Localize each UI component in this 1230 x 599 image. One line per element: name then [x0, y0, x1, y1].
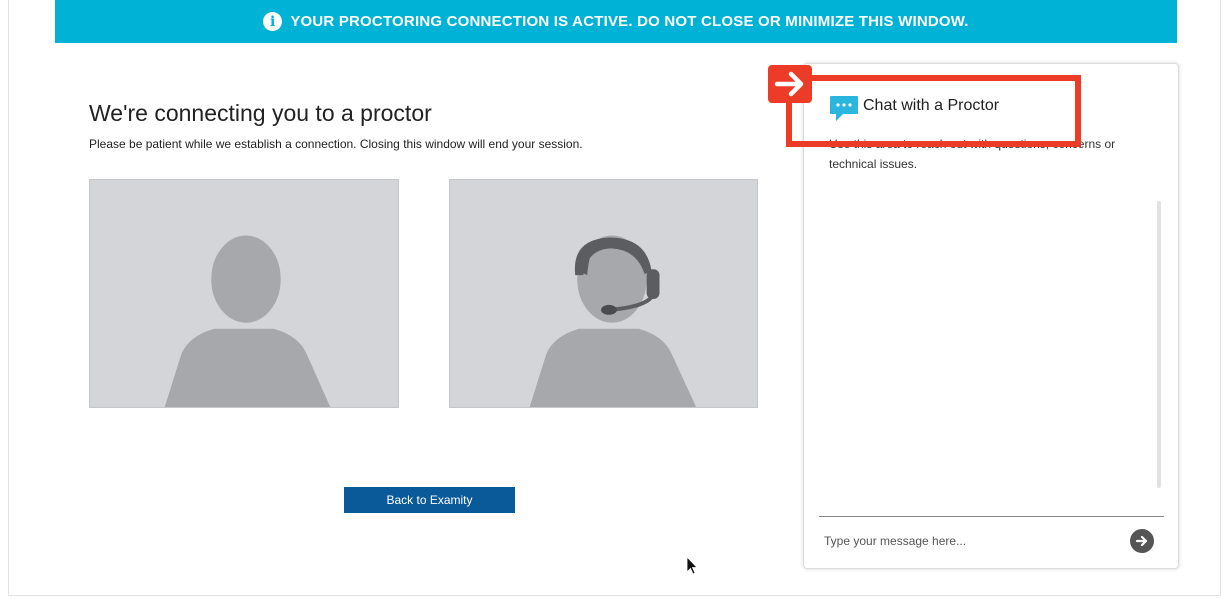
- proctoring-status-banner: i YOUR PROCTORING CONNECTION IS ACTIVE. …: [55, 0, 1177, 43]
- info-icon: i: [263, 12, 283, 31]
- page-subtitle: Please be patient while we establish a c…: [89, 137, 583, 151]
- student-video-panel: [89, 179, 399, 408]
- send-message-button[interactable]: [1130, 529, 1154, 553]
- arrow-right-icon: [774, 71, 804, 97]
- banner-text: YOUR PROCTORING CONNECTION IS ACTIVE. DO…: [290, 13, 969, 30]
- proctor-video-panel: [449, 179, 758, 408]
- back-to-examity-button[interactable]: Back to Examity: [344, 487, 515, 513]
- chat-message-input[interactable]: [819, 529, 1129, 553]
- arrow-right-circle-icon: [1135, 535, 1148, 547]
- chat-input-divider: [819, 516, 1164, 517]
- annotation-arrow: [768, 65, 812, 103]
- user-avatar-icon: [90, 180, 398, 407]
- mouse-cursor-icon: [686, 556, 698, 575]
- proctor-headset-icon: [450, 180, 757, 407]
- page-title: We're connecting you to a proctor: [89, 100, 432, 126]
- annotation-highlight-box: [786, 75, 1081, 147]
- chat-scrollbar[interactable]: [1157, 201, 1161, 488]
